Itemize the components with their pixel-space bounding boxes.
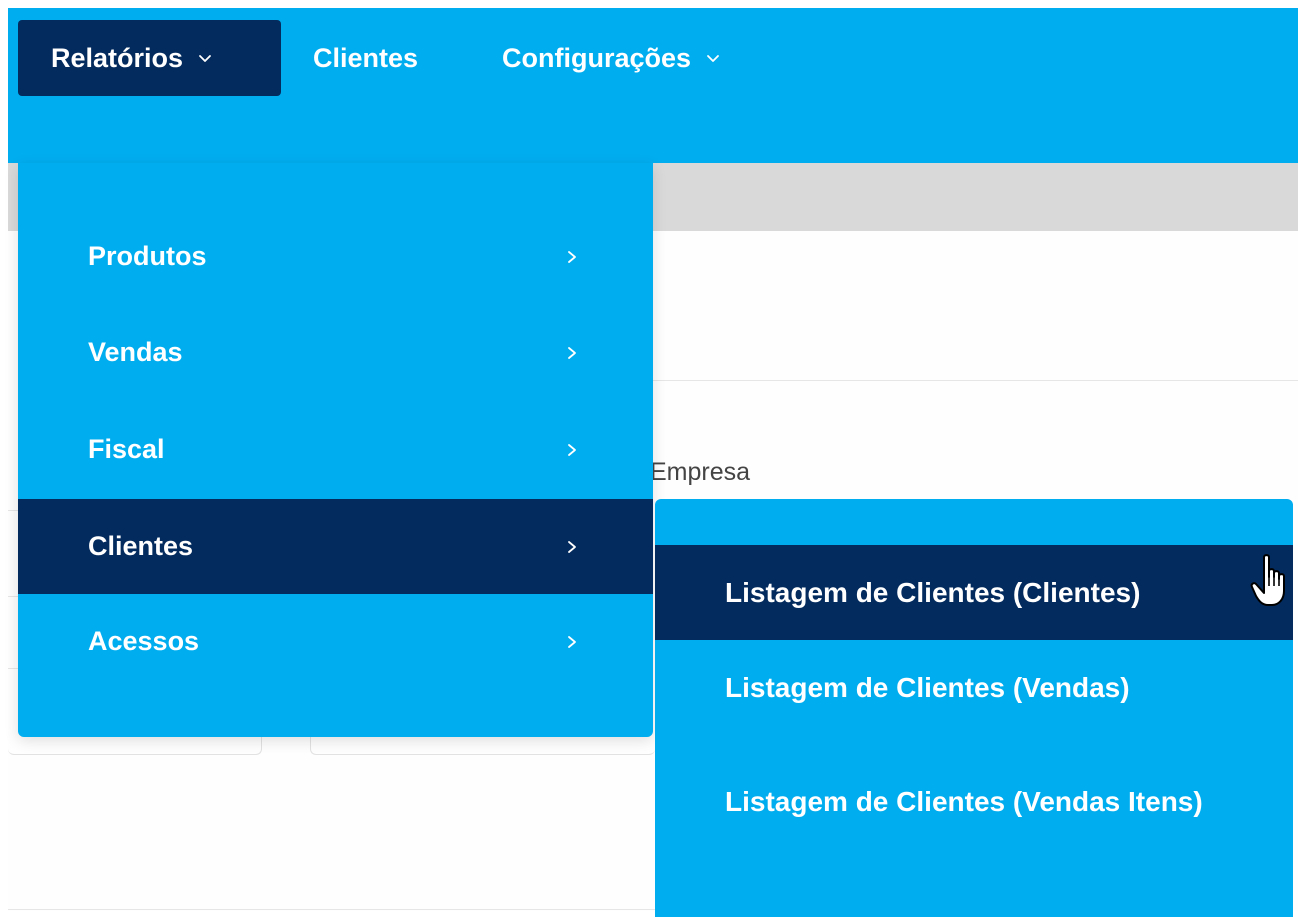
nav-clientes[interactable]: Clientes [313,20,448,96]
submenu-item-listagem-vendas[interactable]: Listagem de Clientes (Vendas) [655,640,1293,735]
nav-configuracoes-label: Configurações [502,42,692,73]
divider [8,909,658,910]
submenu-item-listagem-clientes[interactable]: Listagem de Clientes (Clientes) [655,545,1293,640]
relatorios-dropdown: Produtos Vendas Fiscal Clientes Acessos [18,163,653,737]
divider [8,510,18,511]
nav-clientes-label: Clientes [313,42,419,73]
menu-item-fiscal[interactable]: Fiscal [18,402,653,497]
chevron-down-icon [707,55,719,62]
divider [8,596,18,597]
menu-item-produtos[interactable]: Produtos [18,209,653,304]
submenu-item-label: Listagem de Clientes (Vendas Itens) [725,786,1203,817]
chevron-right-icon [568,540,576,553]
menu-item-acessos[interactable]: Acessos [18,594,653,689]
divider [640,380,1298,381]
clientes-submenu: Listagem de Clientes (Clientes) Listagem… [655,499,1293,917]
card-edge [310,737,655,755]
menu-item-clientes[interactable]: Clientes [18,499,653,594]
submenu-item-label: Listagem de Clientes (Vendas) [725,671,1130,703]
menu-item-label: Fiscal [88,434,165,464]
chevron-right-icon [568,635,576,648]
menu-item-label: Clientes [88,531,194,561]
chevron-right-icon [568,250,576,263]
divider [8,668,18,669]
submenu-item-listagem-vendas-itens[interactable]: Listagem de Clientes (Vendas Itens) [655,754,1293,850]
menu-item-label: Acessos [88,626,200,656]
empresa-label: Empresa [650,458,751,486]
submenu-item-label: Listagem de Clientes (Clientes) [725,576,1141,608]
chevron-down-icon [199,55,211,62]
chevron-right-icon [568,346,576,359]
nav-relatorios-label: Relatórios [51,42,184,73]
menu-item-label: Produtos [88,241,207,271]
card-edge [8,737,262,755]
nav-relatorios[interactable]: Relatórios [18,20,281,96]
menu-item-vendas[interactable]: Vendas [18,305,653,400]
top-navbar: Relatórios Clientes Configurações [8,8,1298,163]
menu-item-label: Vendas [88,337,183,367]
nav-configuracoes[interactable]: Configurações [502,20,792,96]
chevron-right-icon [568,443,576,456]
hand-pointer-cursor-icon [1250,554,1285,606]
